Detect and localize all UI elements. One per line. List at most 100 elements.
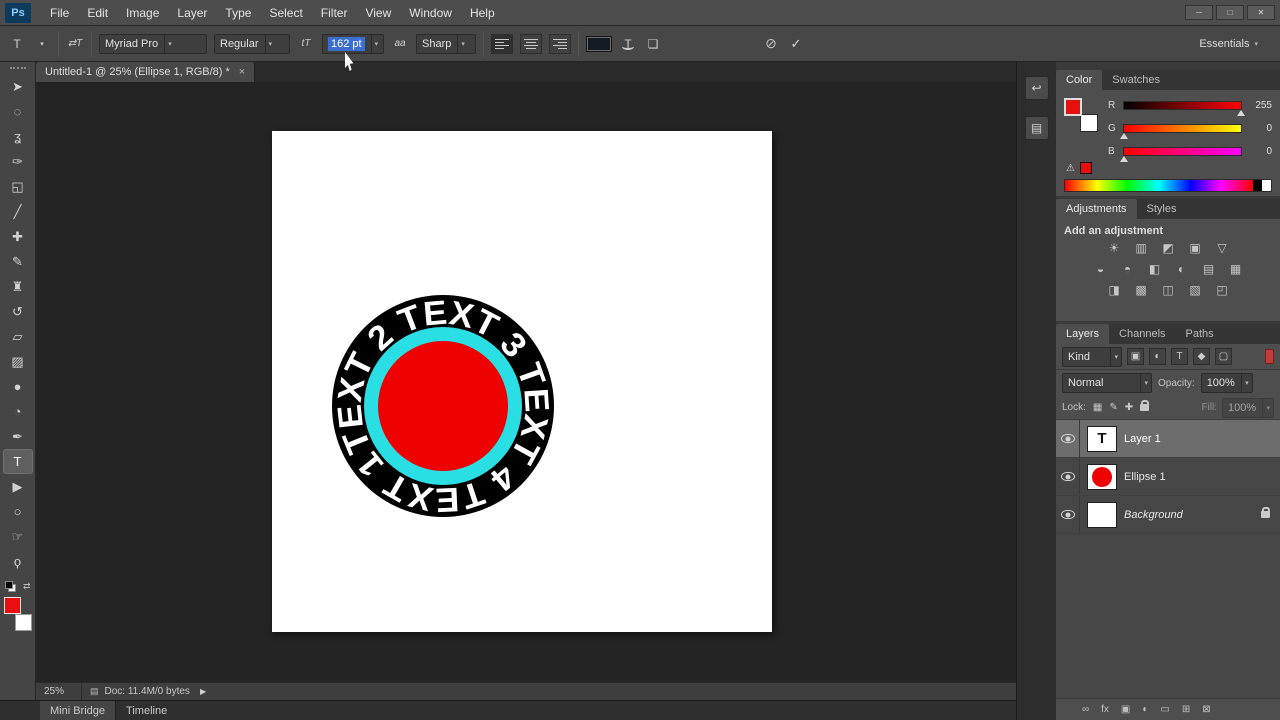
tab-adjustments[interactable]: Adjustments — [1056, 199, 1137, 219]
tab-styles[interactable]: Styles — [1137, 199, 1187, 219]
color-spectrum-ramp[interactable] — [1064, 179, 1272, 192]
vibrance-icon[interactable]: ▽ — [1214, 241, 1230, 255]
font-size-input[interactable]: 162 pt ▾ — [322, 33, 384, 54]
color-balance-icon[interactable]: ◓ — [1120, 262, 1136, 276]
filter-type-layers-icon[interactable]: T — [1171, 348, 1188, 365]
link-layers-icon[interactable]: ∞ — [1082, 704, 1089, 715]
layer-row-background[interactable]: Background — [1056, 496, 1280, 534]
blue-channel-slider[interactable] — [1120, 146, 1242, 162]
visibility-toggle[interactable] — [1056, 420, 1080, 457]
new-adjustment-layer-icon[interactable]: ◐ — [1142, 704, 1148, 715]
history-panel-icon[interactable]: ↩ — [1024, 76, 1049, 100]
healing-brush-tool[interactable]: ✚ — [3, 224, 33, 249]
status-options-arrow-icon[interactable]: ▶ — [200, 687, 206, 696]
lock-transparency-icon[interactable]: ▦ — [1093, 402, 1102, 413]
tab-paths[interactable]: Paths — [1176, 324, 1224, 344]
exposure-icon[interactable]: ▣ — [1187, 241, 1203, 255]
delete-layer-icon[interactable]: ⊠ — [1202, 704, 1210, 715]
minimize-button[interactable]: ─ — [1185, 5, 1213, 20]
properties-panel-icon[interactable]: ▤ — [1024, 116, 1049, 140]
white-ramp-swatch[interactable] — [1262, 180, 1271, 191]
background-layer-thumbnail[interactable] — [1087, 501, 1117, 528]
menu-filter[interactable]: Filter — [312, 0, 357, 26]
pen-tool[interactable]: ✒ — [3, 424, 33, 449]
menu-type[interactable]: Type — [216, 0, 260, 26]
red-channel-value[interactable]: 255 — [1248, 100, 1272, 111]
chevron-down-icon[interactable]: ▾ — [370, 34, 382, 53]
circular-badge-artwork[interactable]: TEXT 2 TEXT 3 TEXT 4 TEXT 1 — [328, 291, 558, 521]
align-center-button[interactable] — [520, 33, 542, 54]
crop-tool[interactable]: ◱ — [3, 174, 33, 199]
new-group-icon[interactable]: ▭ — [1160, 704, 1169, 715]
curves-icon[interactable]: ◩ — [1160, 241, 1176, 255]
background-color-swatch[interactable] — [14, 614, 32, 631]
filter-shape-layers-icon[interactable]: ◆ — [1193, 348, 1210, 365]
canvas-page[interactable]: TEXT 2 TEXT 3 TEXT 4 TEXT 1 — [272, 131, 772, 632]
blue-channel-value[interactable]: 0 — [1248, 146, 1272, 157]
tool-preset-icon[interactable]: T — [8, 37, 26, 51]
toolbar-grip[interactable] — [9, 67, 26, 71]
invert-icon[interactable]: ◨ — [1106, 283, 1122, 297]
chevron-down-icon[interactable]: ▾ — [1262, 398, 1273, 417]
zoom-tool[interactable]: ϙ — [3, 549, 33, 574]
clone-stamp-tool[interactable]: ♜ — [3, 274, 33, 299]
swap-colors-icon[interactable]: ⇄ — [23, 581, 31, 592]
levels-icon[interactable]: ▥ — [1133, 241, 1149, 255]
spectrum-gradient[interactable] — [1065, 180, 1253, 191]
menu-image[interactable]: Image — [117, 0, 168, 26]
tab-channels[interactable]: Channels — [1109, 324, 1175, 344]
foreground-color-swatch[interactable] — [3, 597, 21, 614]
layer-name[interactable]: Layer 1 — [1124, 433, 1161, 445]
font-style-select[interactable]: Regular ▾ — [214, 33, 290, 54]
brightness-contrast-icon[interactable]: ☀ — [1106, 241, 1122, 255]
chevron-down-icon[interactable]: ▾ — [1110, 347, 1121, 366]
filter-pixel-layers-icon[interactable]: ▣ — [1127, 348, 1144, 365]
eraser-tool[interactable]: ▱ — [3, 324, 33, 349]
lasso-tool[interactable]: ʓ — [3, 124, 33, 149]
layer-name[interactable]: Ellipse 1 — [1124, 471, 1166, 483]
font-size-value[interactable]: 162 pt — [328, 36, 365, 51]
workspace-switcher[interactable]: Essentials ▾ — [1199, 38, 1258, 50]
menu-select[interactable]: Select — [260, 0, 311, 26]
close-button[interactable]: ✕ — [1247, 5, 1275, 20]
hue-saturation-icon[interactable]: ◒ — [1093, 262, 1109, 276]
photo-filter-icon[interactable]: ◐ — [1174, 262, 1190, 276]
elliptical-marquee-tool[interactable]: ◌ — [3, 99, 33, 124]
green-channel-slider[interactable] — [1120, 123, 1242, 139]
lock-paint-icon[interactable]: ✎ — [1109, 402, 1117, 413]
fill-select[interactable]: 100% ▾ — [1222, 397, 1274, 418]
blend-mode-select[interactable]: Normal ▾ — [1062, 373, 1152, 393]
posterize-icon[interactable]: ▩ — [1133, 283, 1149, 297]
commit-edits-icon[interactable]: ✓ — [787, 36, 805, 52]
tool-preset-arrow-icon[interactable]: ▾ — [33, 40, 51, 48]
blur-tool[interactable]: ● — [3, 374, 33, 399]
filter-smart-objects-icon[interactable]: ▢ — [1215, 348, 1232, 365]
path-selection-tool[interactable]: ▶ — [3, 474, 33, 499]
menu-help[interactable]: Help — [461, 0, 504, 26]
eyedropper-tool[interactable]: ╱ — [3, 199, 33, 224]
brush-tool[interactable]: ✎ — [3, 249, 33, 274]
add-layer-mask-icon[interactable]: ▣ — [1121, 704, 1130, 715]
zoom-level-field[interactable]: 25% — [36, 683, 82, 700]
filter-toggle-switch[interactable] — [1265, 349, 1274, 364]
text-orientation-icon[interactable]: ⇄T — [66, 38, 84, 49]
chevron-down-icon[interactable]: ▾ — [164, 34, 175, 53]
chevron-down-icon[interactable]: ▾ — [457, 34, 468, 53]
toggle-panels-icon[interactable]: ❏ — [644, 37, 662, 51]
history-brush-tool[interactable]: ↺ — [3, 299, 33, 324]
menu-layer[interactable]: Layer — [168, 0, 216, 26]
ellipse-tool[interactable]: ○ — [3, 499, 33, 524]
menu-view[interactable]: View — [356, 0, 400, 26]
green-channel-value[interactable]: 0 — [1248, 123, 1272, 134]
color-lookup-icon[interactable]: ▦ — [1228, 262, 1244, 276]
selective-color-icon[interactable]: ◰ — [1214, 283, 1230, 297]
layer-effects-icon[interactable]: fx — [1101, 704, 1109, 715]
panel-foreground-swatch[interactable] — [1064, 98, 1082, 116]
align-left-button[interactable] — [491, 33, 513, 54]
new-layer-icon[interactable]: ⊞ — [1182, 704, 1190, 715]
tab-close-icon[interactable]: × — [239, 66, 245, 78]
lock-all-icon[interactable] — [1140, 400, 1150, 411]
text-layer-thumbnail[interactable]: T — [1087, 425, 1117, 452]
move-tool[interactable]: ➤ — [3, 74, 33, 99]
anti-alias-select[interactable]: Sharp ▾ — [416, 33, 476, 54]
